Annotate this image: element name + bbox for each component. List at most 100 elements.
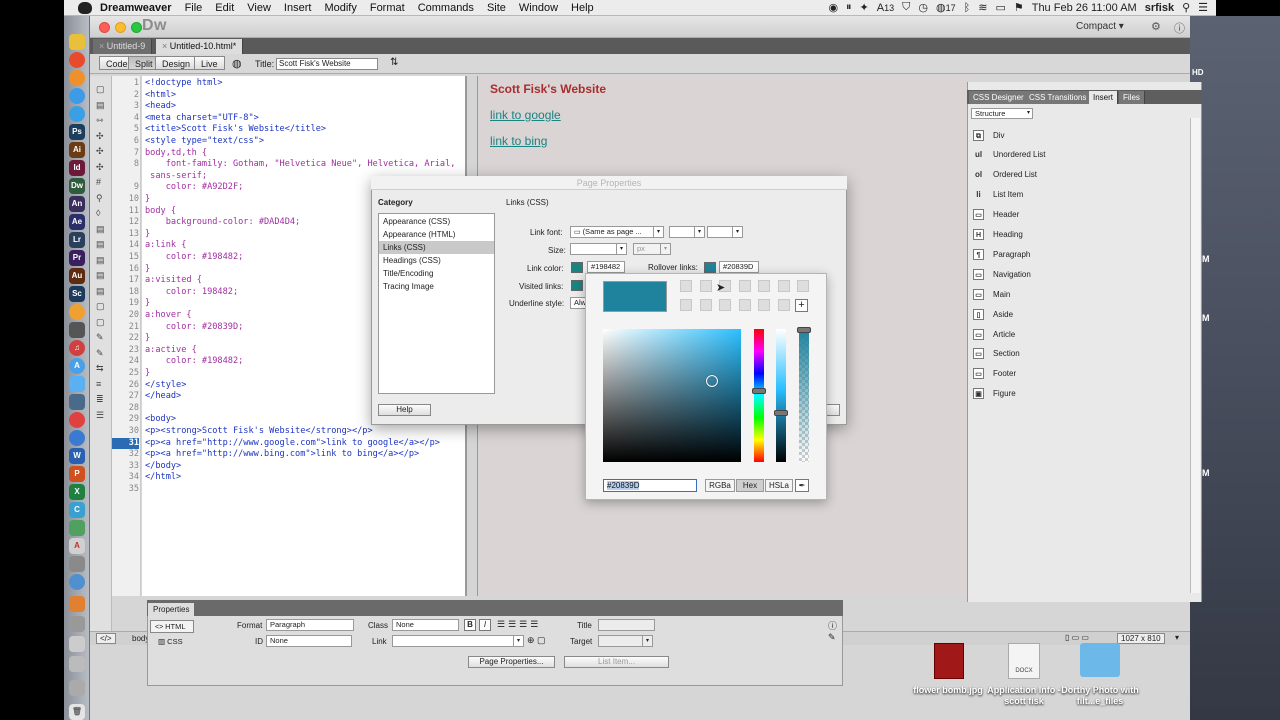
category-appearance-css[interactable]: Appearance (CSS) [379,215,494,228]
insert-item-section[interactable]: ▭ Section [973,347,1020,361]
css-mode-button[interactable]: ▥ CSS [158,637,183,646]
underline-style-select[interactable]: Alw [570,297,586,309]
insert-item-article[interactable]: ▭ Article [973,327,1015,341]
code-line[interactable]: body { [145,206,176,218]
menu-window[interactable]: Window [519,2,558,14]
code-line[interactable]: color: #198482; [145,252,244,264]
hex-color-input[interactable]: #20839D [603,479,697,492]
properties-tab[interactable]: Properties [148,603,195,616]
code-line[interactable]: <body> [145,414,176,426]
menu-format[interactable]: Format [370,2,405,14]
dock-app-icon[interactable] [69,556,85,572]
code-tag-button[interactable]: </> [96,633,116,644]
dock-app-icon[interactable] [69,636,85,652]
code-line[interactable]: <p><strong>Scott Fisk's Website</strong>… [145,426,373,438]
dock-illustrator-icon[interactable]: Ai [69,142,85,158]
rollover-color-input[interactable]: #20839D [719,261,759,273]
code-line[interactable]: color: 198482; [145,287,238,299]
docx-file-icon[interactable]: DOCX [1008,643,1040,679]
help-icon[interactable]: ⓘ [828,619,837,632]
code-line[interactable]: } [145,368,150,380]
tab-insert[interactable]: Insert [1089,91,1119,104]
category-tracing-image[interactable]: Tracing Image [379,280,494,293]
code-line[interactable]: color: #20839D; [145,322,244,334]
insert-panel-scrollbar[interactable] [1190,118,1200,593]
insert-item-figure[interactable]: ▣ Figure [973,387,1016,401]
dock-app-icon[interactable] [69,574,85,590]
menu-file[interactable]: File [185,2,203,14]
id-select[interactable]: None [266,635,352,647]
dock-dreamweaver-icon[interactable]: Dw [69,178,85,194]
code-line[interactable]: <!doctype html> [145,78,223,90]
category-links-css[interactable]: Links (CSS) [379,241,494,254]
wifi-icon[interactable]: ≋ [978,1,987,14]
hue-slider-thumb[interactable] [752,388,766,394]
battery-icon[interactable]: ▭ [995,1,1005,14]
device-icons[interactable]: ▯ ▭ ▭ [1065,633,1089,642]
folder-icon[interactable] [1080,643,1120,677]
insert-item-list-item[interactable]: li List Item [973,188,1023,202]
color-swatch-slot[interactable] [777,280,790,292]
insert-item-paragraph[interactable]: ¶ Paragraph [973,247,1030,261]
help-button[interactable]: Help [378,404,431,416]
status-dropdown-icon[interactable]: ▾ [1175,633,1179,642]
mode-rgba-button[interactable]: RGBa [705,479,735,492]
dock-app-icon[interactable] [69,34,85,50]
tab-untitled-9[interactable]: × Untitled-9 [93,39,153,54]
bluetooth-icon[interactable]: ᛒ [964,2,971,14]
notification-center-icon[interactable]: ☰ [1198,1,1208,14]
italic-button[interactable]: I [479,619,491,631]
code-line[interactable]: <head> [145,101,176,113]
dock-acrobat-icon[interactable]: A [69,538,85,554]
coding-tool-icons[interactable]: ▢ ▤ ⇿ ✣ ✣ ✣ # ⚲ ◊ ▤ ▤ ▤ ▤ ▤ ▢ ▢ ✎ ✎ ⇆ ≡ ≣ ☰ [96,82,105,423]
visited-color-swatch[interactable] [571,280,583,291]
code-line[interactable]: </style> [145,380,186,392]
dock-app-icon[interactable] [69,596,85,612]
design-link-bing[interactable]: link to bing [490,134,547,148]
dock-safari-icon[interactable] [69,106,85,122]
menu-insert[interactable]: Insert [284,2,312,14]
insert-item-navigation[interactable]: ▭ Navigation [973,267,1031,281]
design-link-google[interactable]: link to google [490,108,561,122]
clock-icon[interactable]: ◷ [918,1,928,14]
dock-word-icon[interactable]: W [69,448,85,464]
rollover-color-swatch[interactable] [704,262,716,273]
dock-indesign-icon[interactable]: Id [69,160,85,176]
code-line[interactable]: color: #A92D2F; [145,182,244,194]
workspace-switcher[interactable]: Compact ▾ [1076,21,1124,32]
dock-firefox-icon[interactable] [69,70,85,86]
color-swatch-slot[interactable] [699,280,712,292]
insert-item-ordered-list[interactable]: ol Ordered List [973,168,1037,182]
code-line[interactable]: <p><a href="http://www.google.com">link … [145,438,440,450]
html-mode-button[interactable]: <> HTML [150,620,194,633]
zoom-window-button[interactable] [131,22,142,33]
code-line[interactable]: } [145,298,150,310]
insert-item-footer[interactable]: ▭ Footer [973,367,1016,381]
link-font-select[interactable]: ▭ (Same as page ... ▾ [570,226,664,238]
insert-item-main[interactable]: ▭ Main [973,287,1010,301]
size-select[interactable]: ▾ [570,243,627,255]
color-swatch-slot[interactable] [758,280,770,292]
dock-powerpoint-icon[interactable]: P [69,466,85,482]
edit-rule-icon[interactable]: ✎ [828,632,836,643]
dropbox-icon[interactable]: ✦ [860,1,869,14]
flag-icon[interactable]: ⚑ [1014,1,1024,14]
spotlight-icon[interactable]: ⚲ [1182,1,1190,14]
page-properties-button[interactable]: Page Properties... [468,656,555,668]
menu-site[interactable]: Site [487,2,506,14]
menu-commands[interactable]: Commands [418,2,474,14]
code-line[interactable]: a:link { [145,240,186,252]
color-swatch-slot[interactable] [680,299,692,311]
link-color-input[interactable]: #198482 [587,261,625,273]
code-line[interactable]: </body> [145,461,181,473]
dock-trash-icon[interactable]: 🗑 [69,704,85,720]
color-swatch-slot[interactable] [680,280,692,292]
list-indent-icons[interactable]: ☰☰☰☰ [497,619,541,630]
dock-app-icon[interactable] [69,304,85,320]
design-view-button[interactable]: Design [155,56,198,70]
menu-modify[interactable]: Modify [324,2,356,14]
category-headings-css[interactable]: Headings (CSS) [379,254,494,267]
dock-premiere-icon[interactable]: Pr [69,250,85,266]
color-swatch-slot[interactable] [758,299,770,311]
dock-app-icon[interactable] [69,616,85,632]
